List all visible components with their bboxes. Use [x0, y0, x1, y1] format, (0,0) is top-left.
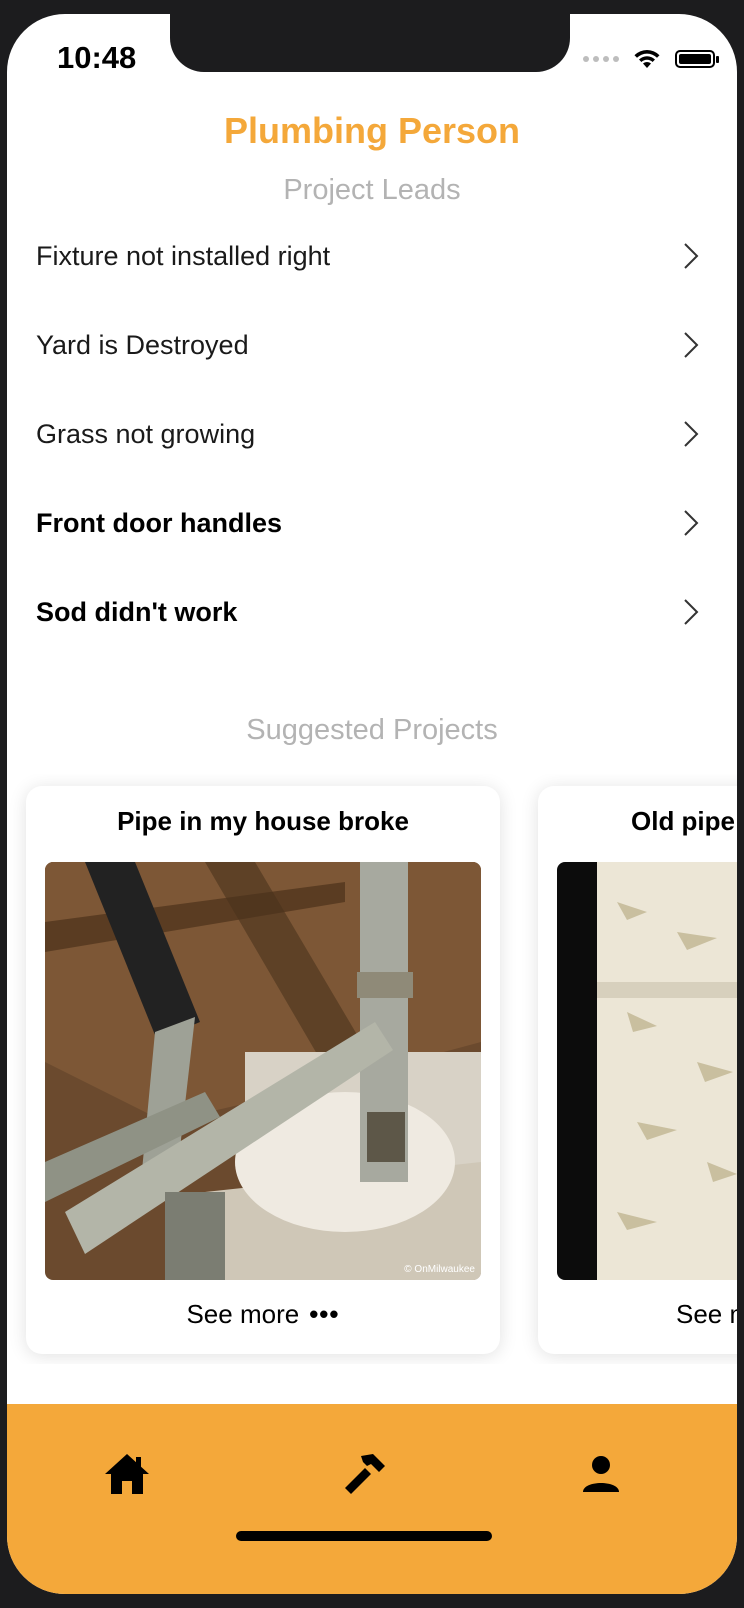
lead-row[interactable]: Fixture not installed right [7, 212, 737, 301]
chevron-right-icon [684, 332, 699, 358]
chevron-right-icon [684, 510, 699, 536]
device-notch [170, 14, 570, 72]
status-time: 10:48 [57, 40, 137, 75]
project-card[interactable]: Pipe in my house broke © OnMilwaukee See… [26, 786, 500, 1354]
chevron-right-icon [684, 243, 699, 269]
project-card[interactable]: Old pipe See more••• [538, 786, 737, 1354]
lead-label: Front door handles [36, 508, 282, 538]
lead-row[interactable]: Yard is Destroyed [7, 301, 737, 390]
lead-row[interactable]: Sod didn't work [7, 568, 737, 657]
more-dots-icon: ••• [309, 1299, 340, 1329]
tab-profile[interactable] [573, 1446, 629, 1502]
lead-label: Sod didn't work [36, 597, 238, 627]
see-more-label: See more [676, 1299, 737, 1329]
hammer-icon [345, 1454, 385, 1494]
photo-watermark: © OnMilwaukee [404, 1264, 475, 1275]
lead-label: Fixture not installed right [36, 241, 331, 271]
person-icon [583, 1456, 619, 1492]
suggested-projects-carousel[interactable]: Pipe in my house broke © OnMilwaukee See… [7, 774, 737, 1364]
tab-home[interactable] [99, 1446, 155, 1502]
see-more-button[interactable]: See more••• [676, 1299, 737, 1330]
app-title: Plumbing Person [223, 110, 521, 151]
lead-label: Yard is Destroyed [36, 330, 249, 360]
project-photo: © OnMilwaukee [45, 862, 481, 1280]
tab-bar [7, 1404, 737, 1594]
see-more-label: See more [186, 1299, 300, 1329]
project-leads-heading: Project Leads [283, 174, 461, 206]
project-photo [557, 862, 737, 1280]
tab-projects[interactable] [337, 1446, 393, 1502]
project-card-title: Old pipe [631, 806, 735, 836]
cellular-signal-icon [583, 56, 619, 62]
lead-row[interactable]: Front door handles [7, 479, 737, 568]
battery-icon [675, 50, 719, 68]
see-more-button[interactable]: See more ••• [26, 1299, 500, 1330]
app-screen: 10:48 Plumbing Person Project Leads Fixt… [7, 14, 737, 1594]
home-icon [105, 1454, 149, 1494]
chevron-right-icon [684, 421, 699, 447]
chevron-right-icon [684, 599, 699, 625]
status-icons [583, 48, 719, 70]
lead-label: Grass not growing [36, 419, 256, 449]
wifi-icon [634, 50, 660, 68]
lead-row[interactable]: Grass not growing [7, 390, 737, 479]
suggested-projects-heading: Suggested Projects [246, 714, 498, 746]
home-indicator [236, 1531, 492, 1541]
project-card-title: Pipe in my house broke [117, 806, 409, 836]
